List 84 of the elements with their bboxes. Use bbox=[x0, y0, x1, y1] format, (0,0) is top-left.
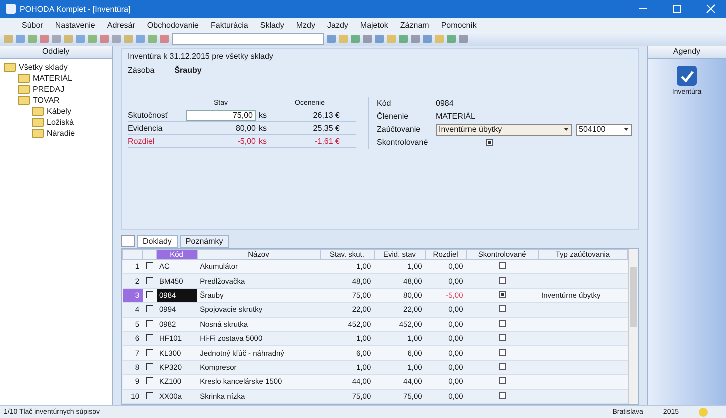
row-checkbox[interactable] bbox=[146, 290, 152, 298]
amount-field[interactable]: 75,00 bbox=[186, 110, 256, 120]
maximize-icon bbox=[672, 4, 682, 14]
folder-icon bbox=[18, 85, 30, 94]
inventory-icon[interactable] bbox=[676, 65, 698, 87]
field-label: Rozdiel bbox=[128, 136, 156, 146]
field-label: Kód bbox=[377, 99, 392, 108]
field-label: Evidencia bbox=[128, 124, 164, 132]
caret-icon bbox=[564, 128, 569, 131]
row-checkbox[interactable] bbox=[146, 377, 152, 384]
field-label: Zásoba bbox=[128, 66, 155, 75]
tree-item[interactable]: Náradie bbox=[47, 129, 76, 138]
tab[interactable]: Doklady bbox=[137, 234, 178, 248]
account-dropdown[interactable]: 504100 bbox=[576, 124, 632, 136]
menu-item[interactable]: Obchodovanie bbox=[147, 20, 199, 30]
field-label: Členenie bbox=[377, 112, 410, 121]
price-value: 25,35 € bbox=[312, 124, 340, 132]
row-checkbox[interactable] bbox=[146, 262, 152, 270]
row-checkbox[interactable] bbox=[146, 348, 152, 356]
nav-icon[interactable] bbox=[121, 235, 135, 247]
checkbox[interactable] bbox=[486, 139, 493, 146]
folder-icon bbox=[32, 107, 44, 116]
row-checkbox[interactable] bbox=[146, 305, 152, 312]
checkbox[interactable] bbox=[498, 305, 506, 312]
menu-item[interactable]: Nastavenie bbox=[55, 20, 96, 30]
search-field[interactable] bbox=[172, 33, 324, 45]
scrollbar[interactable] bbox=[628, 249, 638, 404]
form-heading: Inventúra k 31.12.2015 pre všetky sklady bbox=[128, 52, 274, 61]
checkbox[interactable] bbox=[498, 362, 506, 370]
amount-value: 80,00 bbox=[234, 124, 256, 132]
window-title: POHODA Komplet - [Inventúra] bbox=[20, 4, 131, 14]
menu-item[interactable]: Fakturácia bbox=[211, 20, 248, 30]
checkbox[interactable] bbox=[498, 290, 506, 298]
unit-label: ks bbox=[258, 110, 268, 120]
checkbox[interactable] bbox=[498, 334, 506, 342]
menu-item[interactable]: Súbor bbox=[22, 20, 44, 30]
row-checkbox[interactable] bbox=[146, 320, 152, 327]
folder-icon bbox=[18, 74, 30, 83]
menu-item[interactable]: Majetok bbox=[360, 20, 388, 30]
row-checkbox[interactable] bbox=[146, 392, 152, 399]
checkbox[interactable] bbox=[498, 320, 506, 327]
price-value: -1,61 € bbox=[314, 136, 340, 146]
app-icon bbox=[6, 4, 16, 14]
caret-icon bbox=[624, 128, 629, 131]
menu-item[interactable]: Sklady bbox=[260, 20, 284, 30]
group-value: MATERIÁL bbox=[436, 112, 476, 121]
checkbox[interactable] bbox=[498, 377, 506, 384]
row-checkbox[interactable] bbox=[146, 276, 152, 284]
unit-label: ks bbox=[258, 124, 268, 132]
posting-dropdown[interactable]: Inventúrne úbytky bbox=[436, 124, 572, 136]
menu-item[interactable]: Mzdy bbox=[296, 20, 316, 30]
close-icon bbox=[706, 4, 716, 14]
row-checkbox[interactable] bbox=[146, 362, 152, 370]
tree-item[interactable]: MATERIÁL bbox=[33, 74, 72, 83]
panel-header: Agendy bbox=[648, 46, 726, 59]
price-value: 26,13 € bbox=[312, 110, 340, 120]
tree-item[interactable]: Kábely bbox=[47, 107, 72, 116]
tree-item[interactable]: Všetky sklady bbox=[19, 63, 68, 72]
field-label: Zaúčtovanie bbox=[377, 125, 422, 134]
amount-value: -5,00 bbox=[236, 136, 256, 146]
checkbox[interactable] bbox=[498, 276, 506, 284]
status-icon bbox=[699, 408, 708, 416]
checkbox[interactable] bbox=[498, 392, 506, 399]
menu-item[interactable]: Jazdy bbox=[328, 20, 348, 30]
row-checkbox[interactable] bbox=[146, 334, 152, 342]
tree-item[interactable]: Ložiská bbox=[47, 118, 74, 127]
tree-item[interactable]: TOVAR bbox=[33, 96, 60, 105]
menu-item[interactable]: Adresár bbox=[107, 20, 136, 30]
tab[interactable]: Poznámky bbox=[180, 234, 230, 248]
field-label: Skontrolované bbox=[377, 138, 430, 147]
stock-value: Šrauby bbox=[174, 66, 202, 75]
unit-label: ks bbox=[258, 136, 268, 146]
menu-item[interactable]: Pomocník bbox=[441, 20, 477, 30]
checkbox[interactable] bbox=[498, 262, 506, 270]
folder-icon bbox=[32, 129, 44, 138]
folder-icon bbox=[4, 63, 16, 72]
menu-item[interactable]: Záznam bbox=[400, 20, 430, 30]
field-label: Skutočnosť bbox=[128, 110, 170, 120]
folder-icon bbox=[18, 96, 30, 105]
checkbox[interactable] bbox=[498, 348, 506, 356]
panel-header: Oddiely bbox=[0, 46, 112, 59]
folder-icon bbox=[32, 118, 44, 127]
tree-item[interactable]: PREDAJ bbox=[33, 85, 65, 94]
code-value: 0984 bbox=[436, 99, 454, 108]
